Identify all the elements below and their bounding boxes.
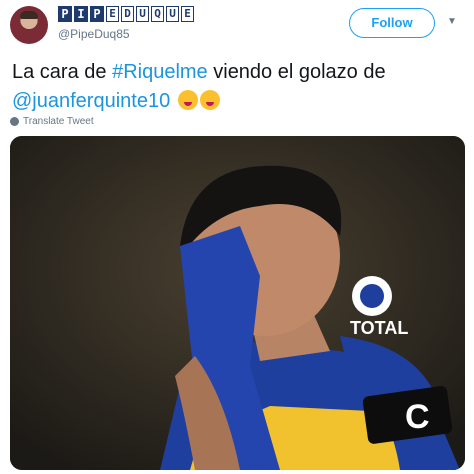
armband-letter: C <box>405 398 430 436</box>
name-letter: I <box>74 6 88 22</box>
name-letter: U <box>166 6 179 22</box>
name-letter: E <box>106 6 119 22</box>
name-letter: P <box>58 6 72 22</box>
user-handle[interactable]: @PipeDuq85 <box>58 27 130 41</box>
hashtag-link[interactable]: #Riquelme <box>112 61 208 83</box>
follow-button[interactable]: Follow <box>349 8 435 38</box>
translate-label: Translate Tweet <box>23 116 94 127</box>
translate-tweet-link[interactable]: Translate Tweet <box>10 116 94 127</box>
crazy-face-emoji-icon <box>177 90 198 110</box>
name-letter: E <box>181 6 194 22</box>
mention-link[interactable]: @juanferquinte10 <box>12 90 170 112</box>
sponsor-logo: TOTAL <box>350 318 408 338</box>
name-letter: D <box>121 6 134 22</box>
tweet-text: La cara de #Riquelme viendo el golazo de… <box>12 58 452 116</box>
tweet-photo[interactable]: C TOTAL <box>10 136 465 470</box>
tweet-text-part: La cara de <box>12 61 113 83</box>
name-letter: P <box>90 6 104 22</box>
chevron-down-icon[interactable]: ▼ <box>447 16 457 27</box>
tweet-card: P I P E D U Q U E @PipeDuq85 Follow ▼ La… <box>0 0 474 474</box>
crazy-face-emoji-icon <box>199 90 220 110</box>
tweet-text-part: viendo el golazo de <box>207 61 386 83</box>
display-name[interactable]: P I P E D U Q U E <box>58 6 194 24</box>
avatar[interactable] <box>10 6 48 44</box>
photo-illustration: C TOTAL <box>10 136 465 470</box>
name-letter: Q <box>151 6 164 22</box>
name-letter: U <box>136 6 149 22</box>
globe-icon <box>10 117 19 126</box>
